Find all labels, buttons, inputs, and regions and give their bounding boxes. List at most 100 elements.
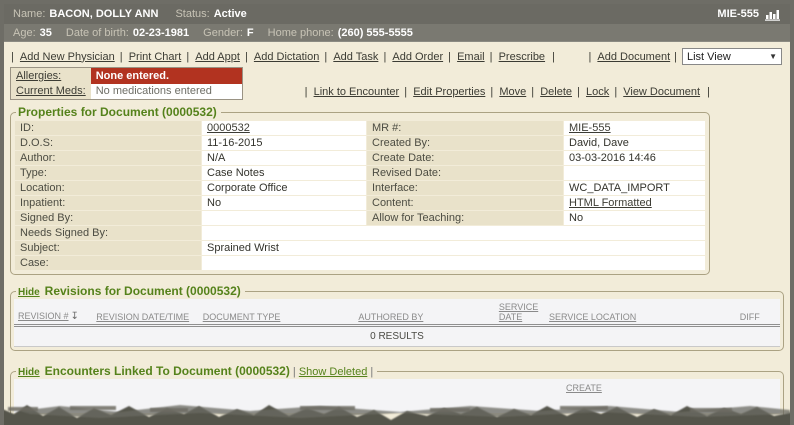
document-type-header[interactable]: DOCUMENT TYPE	[203, 312, 281, 322]
properties-section: Properties for Document (0000532) ID: 00…	[10, 105, 710, 275]
age-value: 35	[40, 27, 52, 39]
toolbar-link-add-dictation[interactable]: Add Dictation	[245, 51, 319, 63]
age-label: Age:	[13, 27, 36, 39]
mr-label: MR #:	[367, 121, 563, 135]
create-date-label: Create Date:	[367, 151, 563, 165]
service-date-header[interactable]: SERVICE DATE	[499, 302, 538, 322]
toolbar-link-add-appt[interactable]: Add Appt	[186, 51, 240, 63]
table-row: Type: Case Notes Revised Date:	[15, 166, 705, 180]
allergies-value: None entered.	[91, 68, 243, 84]
results-count: 0 RESULTS	[14, 326, 780, 347]
revised-date-value	[564, 166, 705, 180]
table-row: Needs Signed By:	[15, 226, 705, 240]
mr-number-link[interactable]: MIE-555	[569, 122, 611, 134]
view-document-link[interactable]: View Document	[614, 86, 700, 98]
allow-teaching-value: No	[564, 211, 705, 225]
current-meds-value: No medications entered	[91, 84, 243, 100]
dos-label: D.O.S:	[15, 136, 201, 150]
diff-header: DIFF	[740, 312, 760, 322]
table-row: Location: Corporate Office Interface: WC…	[15, 181, 705, 195]
subject-value: Sprained Wrist	[202, 241, 705, 255]
sort-descending-icon: ↧	[71, 311, 79, 322]
chevron-down-icon: ▼	[769, 52, 777, 61]
case-value	[202, 256, 705, 270]
move-link[interactable]: Move	[490, 86, 526, 98]
author-label: Author:	[15, 151, 201, 165]
patient-status: Active	[214, 8, 247, 20]
needs-signed-by-label: Needs Signed By:	[15, 226, 201, 240]
table-row: Case:	[15, 256, 705, 270]
phone-value: (260) 555-5555	[338, 27, 413, 39]
toolbar-link-print-chart[interactable]: Print Chart	[120, 51, 182, 63]
create-date-column-header[interactable]: CREATE	[566, 383, 602, 393]
hide-revisions-link[interactable]: Hide	[18, 287, 40, 298]
case-label: Case:	[15, 256, 201, 270]
revised-date-label: Revised Date:	[367, 166, 563, 180]
show-deleted-link[interactable]: Show Deleted	[299, 366, 368, 378]
patient-header-bar: Name:BACON, DOLLY ANN Status:Active MIE-…	[4, 4, 790, 24]
allergies-link[interactable]: Allergies:	[16, 70, 61, 82]
gender-value: F	[247, 27, 254, 39]
inpatient-value: No	[202, 196, 366, 210]
toolbar-link-add-order[interactable]: Add Order	[383, 51, 443, 63]
results-row: 0 RESULTS	[14, 326, 780, 347]
authored-by-header[interactable]: AUTHORED BY	[358, 312, 423, 322]
add-document-link[interactable]: Add Document	[588, 51, 670, 63]
table-row: Subject: Sprained Wrist	[15, 241, 705, 255]
lock-link[interactable]: Lock	[577, 86, 609, 98]
encounters-section-title: Encounters Linked To Document (0000532)	[45, 364, 290, 378]
current-meds-link[interactable]: Current Meds:	[16, 85, 86, 97]
signed-by-label: Signed By:	[15, 211, 201, 225]
hide-encounters-link[interactable]: Hide	[18, 367, 40, 378]
toolbar-link-email[interactable]: Email	[448, 51, 484, 63]
app-window: Name:BACON, DOLLY ANN Status:Active MIE-…	[0, 0, 794, 425]
toolbar-link-prescribe[interactable]: Prescribe	[490, 51, 545, 63]
revisions-section-title: Revisions for Document (0000532)	[45, 284, 241, 298]
create-date-value: 03-03-2016 14:46	[564, 151, 705, 165]
needs-signed-by-value	[202, 226, 705, 240]
created-by-label: Created By:	[367, 136, 563, 150]
service-location-header[interactable]: SERVICE LOCATION	[549, 312, 636, 322]
interface-value: WC_DATA_IMPORT	[564, 181, 705, 195]
dob-value: 02-23-1981	[133, 27, 189, 39]
demographics-bar: Age:35 Date of birth:02-23-1981 Gender:F…	[4, 24, 790, 42]
view-mode-select[interactable]: List View ▼	[682, 48, 782, 65]
patient-identity: Name:BACON, DOLLY ANN Status:Active	[13, 8, 247, 20]
inpatient-label: Inpatient:	[15, 196, 201, 210]
type-value: Case Notes	[202, 166, 366, 180]
revisions-table: REVISION #↧ REVISION DATE/TIME DOCUMENT …	[14, 299, 780, 347]
properties-section-title: Properties for Document (0000532)	[16, 105, 221, 119]
created-by-value: David, Dave	[564, 136, 705, 150]
current-meds-row: Current Meds: No medications entered	[11, 84, 243, 100]
chart-toolbar: Add New Physician Print Chart Add Appt A…	[10, 48, 782, 65]
delete-link[interactable]: Delete	[531, 86, 572, 98]
bar-chart-icon[interactable]	[765, 8, 781, 21]
revision-datetime-header[interactable]: REVISION DATE/TIME	[96, 312, 189, 322]
mr-number-badge: MIE-555	[717, 8, 759, 20]
encounters-table: CREATE	[14, 379, 780, 413]
id-label: ID:	[15, 121, 201, 135]
location-label: Location:	[15, 181, 201, 195]
toolbar-links: Add New Physician Print Chart Add Appt A…	[10, 51, 555, 63]
allergy-meds-summary-box: Allergies: None entered. Current Meds: N…	[10, 67, 243, 100]
location-value: Corporate Office	[202, 181, 366, 195]
author-value: N/A	[202, 151, 366, 165]
toolbar-link-add-new-physician[interactable]: Add New Physician	[11, 51, 115, 63]
content-format-link[interactable]: HTML Formatted	[569, 197, 652, 209]
revision-number-header[interactable]: REVISION #	[18, 311, 69, 321]
dob-label: Date of birth:	[66, 27, 129, 39]
name-label: Name:	[13, 8, 45, 20]
link-to-encounter-link[interactable]: Link to Encounter	[305, 86, 400, 98]
content-label: Content:	[367, 196, 563, 210]
toolbar-link-add-task[interactable]: Add Task	[324, 51, 378, 63]
document-id-link[interactable]: 0000532	[207, 122, 250, 134]
phone-label: Home phone:	[268, 27, 334, 39]
view-mode-value: List View	[687, 51, 731, 63]
patient-name: BACON, DOLLY ANN	[49, 8, 158, 20]
table-row: Inpatient: No Content: HTML Formatted	[15, 196, 705, 210]
interface-label: Interface:	[367, 181, 563, 195]
edit-properties-link[interactable]: Edit Properties	[404, 86, 485, 98]
revisions-section: Hide Revisions for Document (0000532) REV…	[10, 284, 784, 351]
table-row: Author: N/A Create Date: 03-03-2016 14:4…	[15, 151, 705, 165]
properties-table: ID: 0000532 MR #: MIE-555 D.O.S: 11-16-2…	[14, 120, 706, 271]
